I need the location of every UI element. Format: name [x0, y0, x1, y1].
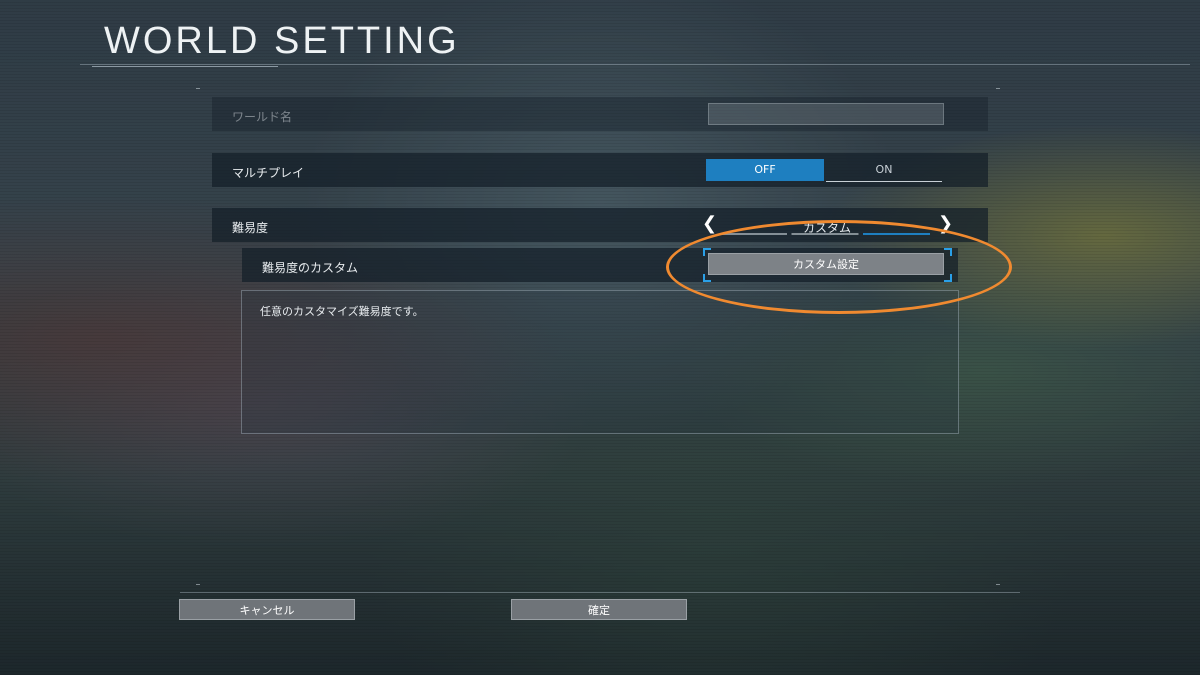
title-divider-accent	[92, 66, 278, 67]
description-text: 任意のカスタマイズ難易度です。	[260, 305, 424, 318]
difficulty-label: 難易度	[232, 221, 269, 235]
multiplayer-off-option[interactable]: OFF	[706, 159, 824, 181]
multiplayer-label: マルチプレイ	[232, 166, 305, 180]
world-name-row: ワールド名	[212, 97, 988, 131]
corner-tick	[196, 88, 200, 89]
corner-tick	[996, 88, 1000, 89]
page-title: WORLD SETTING	[104, 20, 460, 62]
world-name-input[interactable]	[708, 103, 944, 125]
confirm-button[interactable]: 確定	[511, 599, 687, 620]
chevron-left-icon[interactable]: ❮	[702, 213, 717, 234]
multiplayer-row: マルチプレイ OFF ON	[212, 153, 988, 187]
annotation-highlight-ellipse	[666, 220, 1012, 314]
world-name-label: ワールド名	[232, 110, 293, 124]
footer-divider	[180, 592, 1020, 593]
custom-difficulty-label: 難易度のカスタム	[262, 261, 359, 275]
multiplayer-on-option[interactable]: ON	[826, 159, 942, 182]
corner-tick	[996, 584, 1000, 585]
cancel-button[interactable]: キャンセル	[179, 599, 355, 620]
corner-tick	[196, 584, 200, 585]
title-divider	[80, 64, 1190, 65]
